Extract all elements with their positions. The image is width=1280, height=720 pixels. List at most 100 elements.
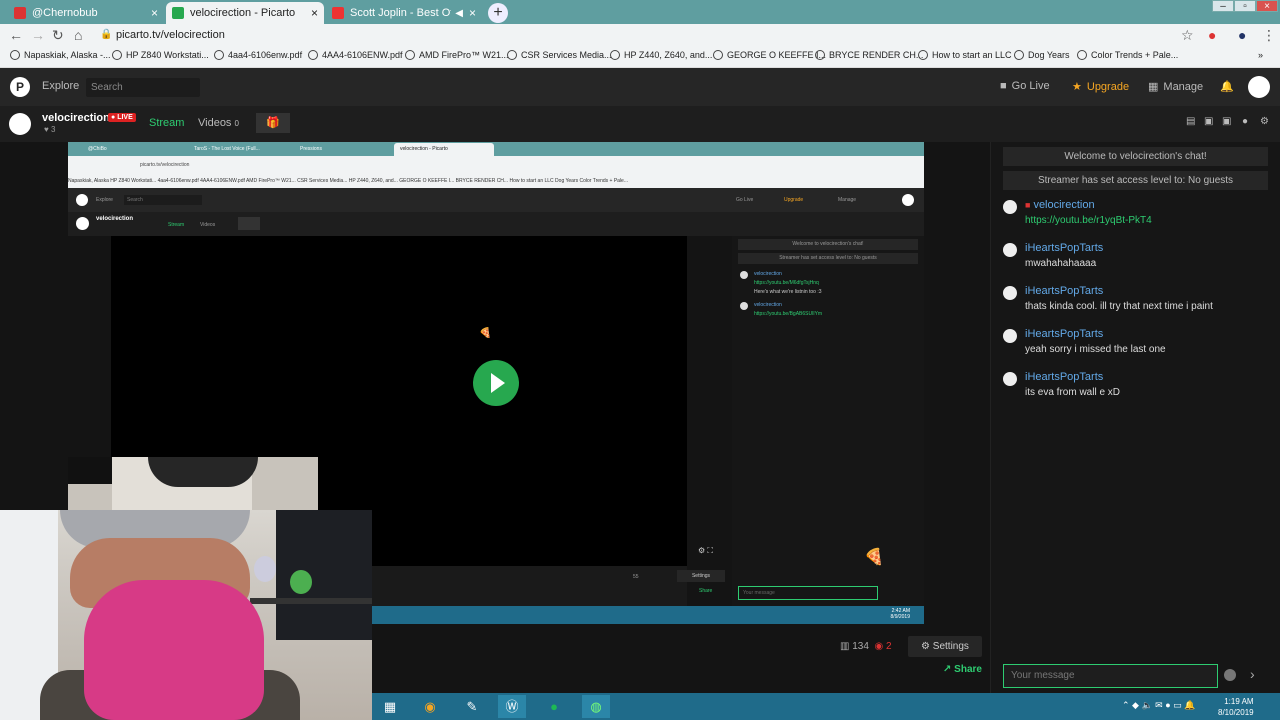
- chat-icon[interactable]: ▣: [1204, 116, 1213, 127]
- back-icon[interactable]: ←: [9, 27, 23, 43]
- bookmark-item[interactable]: Dog Years: [1014, 50, 1070, 60]
- blender-icon[interactable]: ◉: [416, 695, 444, 718]
- picarto-logo[interactable]: P: [10, 77, 30, 97]
- chat-text: yeah sorry i missed the last one: [1025, 344, 1166, 355]
- chat-message: iHeartsPopTarts thats kinda cool. ill tr…: [1003, 285, 1270, 319]
- user-avatar[interactable]: [1248, 76, 1270, 98]
- capture-tab-strip: @ChiBo TaroS - The Lost Voice (Full... P…: [68, 142, 924, 156]
- home-icon[interactable]: ⌂: [74, 27, 82, 43]
- pizza-icon: 🍕: [479, 328, 492, 339]
- capture-chat-input: Your message: [738, 586, 878, 600]
- obs-icon[interactable]: ◍: [582, 695, 610, 718]
- tab-velocirection[interactable]: velocirection - Picarto ×: [166, 2, 324, 24]
- search-input[interactable]: Search: [86, 78, 200, 97]
- tab-title: Scott Joplin - Best Of Scott J: [350, 7, 451, 19]
- minimize-button[interactable]: –: [1212, 0, 1234, 12]
- close-icon[interactable]: ×: [469, 6, 476, 20]
- gift-button[interactable]: 🎁: [256, 113, 290, 133]
- capture-explore: Explore: [96, 197, 113, 203]
- chat-username[interactable]: iHeartsPopTarts: [1025, 242, 1270, 254]
- capture-tab-stream: Stream: [168, 222, 185, 228]
- chat-avatar: [1003, 200, 1017, 214]
- more-bookmarks-icon[interactable]: »: [1258, 50, 1263, 60]
- capture-settings: Settings: [677, 570, 725, 582]
- bookmark-item[interactable]: GEORGE O KEEFFE I...: [713, 50, 826, 60]
- spotify-icon[interactable]: ●: [540, 695, 568, 718]
- live-badge-label: LIVE: [117, 114, 133, 121]
- bookmark-label: Napaskiak, Alaska -...: [24, 50, 111, 60]
- gear-icon[interactable]: ⚙: [1260, 116, 1269, 127]
- browser-window: @Chernobub × velocirection - Picarto × S…: [0, 0, 1280, 720]
- go-live-button[interactable]: ■ Go Live: [1000, 80, 1050, 92]
- bookmark-item[interactable]: Color Trends + Pale...: [1077, 50, 1178, 60]
- popout-icon[interactable]: ▤: [1186, 116, 1195, 127]
- user-list-icon[interactable]: ●: [1242, 116, 1248, 127]
- capture-upgrade: Upgrade: [784, 197, 804, 203]
- tab-title: @Chernobub: [32, 7, 98, 19]
- capture-manage: Manage: [838, 197, 857, 203]
- messages-icon[interactable]: ▣: [1222, 116, 1231, 127]
- settings-button[interactable]: ⚙ Settings: [908, 636, 982, 657]
- capture-avatar: [902, 194, 914, 206]
- notepad-icon[interactable]: ✎: [458, 695, 486, 718]
- bookmark-item[interactable]: HP Z440, Z640, and...: [610, 50, 712, 60]
- capture-taskbar: 2:42 AM 8/9/2019: [372, 606, 924, 624]
- bookmark-item[interactable]: HP Z840 Workstati...: [112, 50, 209, 60]
- chat-username[interactable]: ■ velocirection: [1025, 199, 1270, 211]
- channel-name[interactable]: velocirection: [42, 112, 110, 124]
- bookmark-item[interactable]: Napaskiak, Alaska -...: [10, 50, 111, 60]
- close-icon[interactable]: ×: [151, 6, 158, 20]
- chat-message-input[interactable]: Your message: [1003, 664, 1218, 688]
- tab-stream[interactable]: Stream: [149, 117, 184, 129]
- play-icon[interactable]: [473, 360, 519, 406]
- capture-chat-avatar: [740, 271, 748, 279]
- bookmark-item[interactable]: CSR Services Media...: [507, 50, 612, 60]
- window-close-button[interactable]: ×: [1256, 0, 1278, 12]
- w-app-icon[interactable]: Ⓦ: [498, 695, 526, 718]
- manage-button[interactable]: ▦ Manage: [1148, 80, 1203, 94]
- bookmarks-bar: Napaskiak, Alaska -... HP Z840 Workstati…: [0, 46, 1280, 68]
- system-tray[interactable]: ⌃ ◆ 🔈 ✉ ● ▭ 🔔: [1122, 700, 1195, 711]
- close-icon[interactable]: ×: [311, 6, 318, 20]
- explore-link[interactable]: Explore: [42, 80, 79, 92]
- send-icon[interactable]: ›: [1250, 666, 1255, 682]
- tab-chernobub[interactable]: @Chernobub ×: [8, 2, 164, 24]
- bookmark-item[interactable]: AMD FirePro™ W21...: [405, 50, 509, 60]
- share-button[interactable]: ↗ Share: [943, 664, 982, 675]
- new-tab-button[interactable]: +: [488, 3, 508, 23]
- address-bar[interactable]: 🔒 picarto.tv/velocirection: [96, 26, 1186, 44]
- bookmark-label: HP Z440, Z640, and...: [624, 50, 713, 60]
- capture-search: Search: [124, 195, 202, 205]
- bookmark-item[interactable]: BRYCE RENDER CH...: [815, 50, 923, 60]
- likes-count: ♥ 3: [44, 125, 55, 134]
- capture-chat-user: velocirection: [754, 271, 782, 277]
- bell-icon[interactable]: 🔔: [1220, 80, 1234, 93]
- tab-scott-joplin[interactable]: Scott Joplin - Best Of Scott J ◀ ×: [326, 2, 482, 24]
- channel-avatar[interactable]: [9, 113, 31, 135]
- bookmark-item[interactable]: 4AA4-6106ENW.pdf: [308, 50, 403, 60]
- capture-chat-link: https://youtu.be/BgAB6SUlIYm: [754, 311, 823, 317]
- chat-username[interactable]: iHeartsPopTarts: [1025, 285, 1270, 297]
- extension-icon[interactable]: ●: [1208, 27, 1216, 43]
- chat-username[interactable]: iHeartsPopTarts: [1025, 371, 1270, 383]
- emoji-icon[interactable]: [1224, 669, 1236, 681]
- maximize-button[interactable]: ▫: [1234, 0, 1256, 12]
- tab-videos[interactable]: Videos 0: [198, 117, 239, 129]
- bookmark-item[interactable]: How to start an LLC: [918, 50, 1012, 60]
- capture-chat-user: velocirection: [754, 302, 782, 308]
- forward-icon[interactable]: →: [31, 27, 45, 43]
- calculator-icon[interactable]: ▦: [376, 695, 404, 718]
- bookmark-icon: [713, 50, 723, 60]
- bookmark-star-icon[interactable]: ☆: [1181, 27, 1194, 43]
- mute-icon[interactable]: ◀: [455, 8, 463, 19]
- bookmark-item[interactable]: 4aa4-6106enw.pdf: [214, 50, 302, 60]
- site-header: P Explore Search ■ Go Live ★ Upgrade ▦ Mana…: [0, 68, 1280, 106]
- reload-icon[interactable]: ↻: [52, 27, 64, 43]
- chat-link[interactable]: https://youtu.be/r1yqBt-PkT4: [1025, 215, 1270, 226]
- taskbar-clock[interactable]: 1:19 AM 8/10/2019: [1218, 696, 1254, 718]
- videos-count: 0: [234, 119, 239, 128]
- chat-username[interactable]: iHeartsPopTarts: [1025, 328, 1270, 340]
- upgrade-button[interactable]: ★ Upgrade: [1072, 80, 1129, 94]
- profile-icon[interactable]: ●: [1238, 27, 1246, 43]
- menu-icon[interactable]: ⋮: [1262, 27, 1276, 43]
